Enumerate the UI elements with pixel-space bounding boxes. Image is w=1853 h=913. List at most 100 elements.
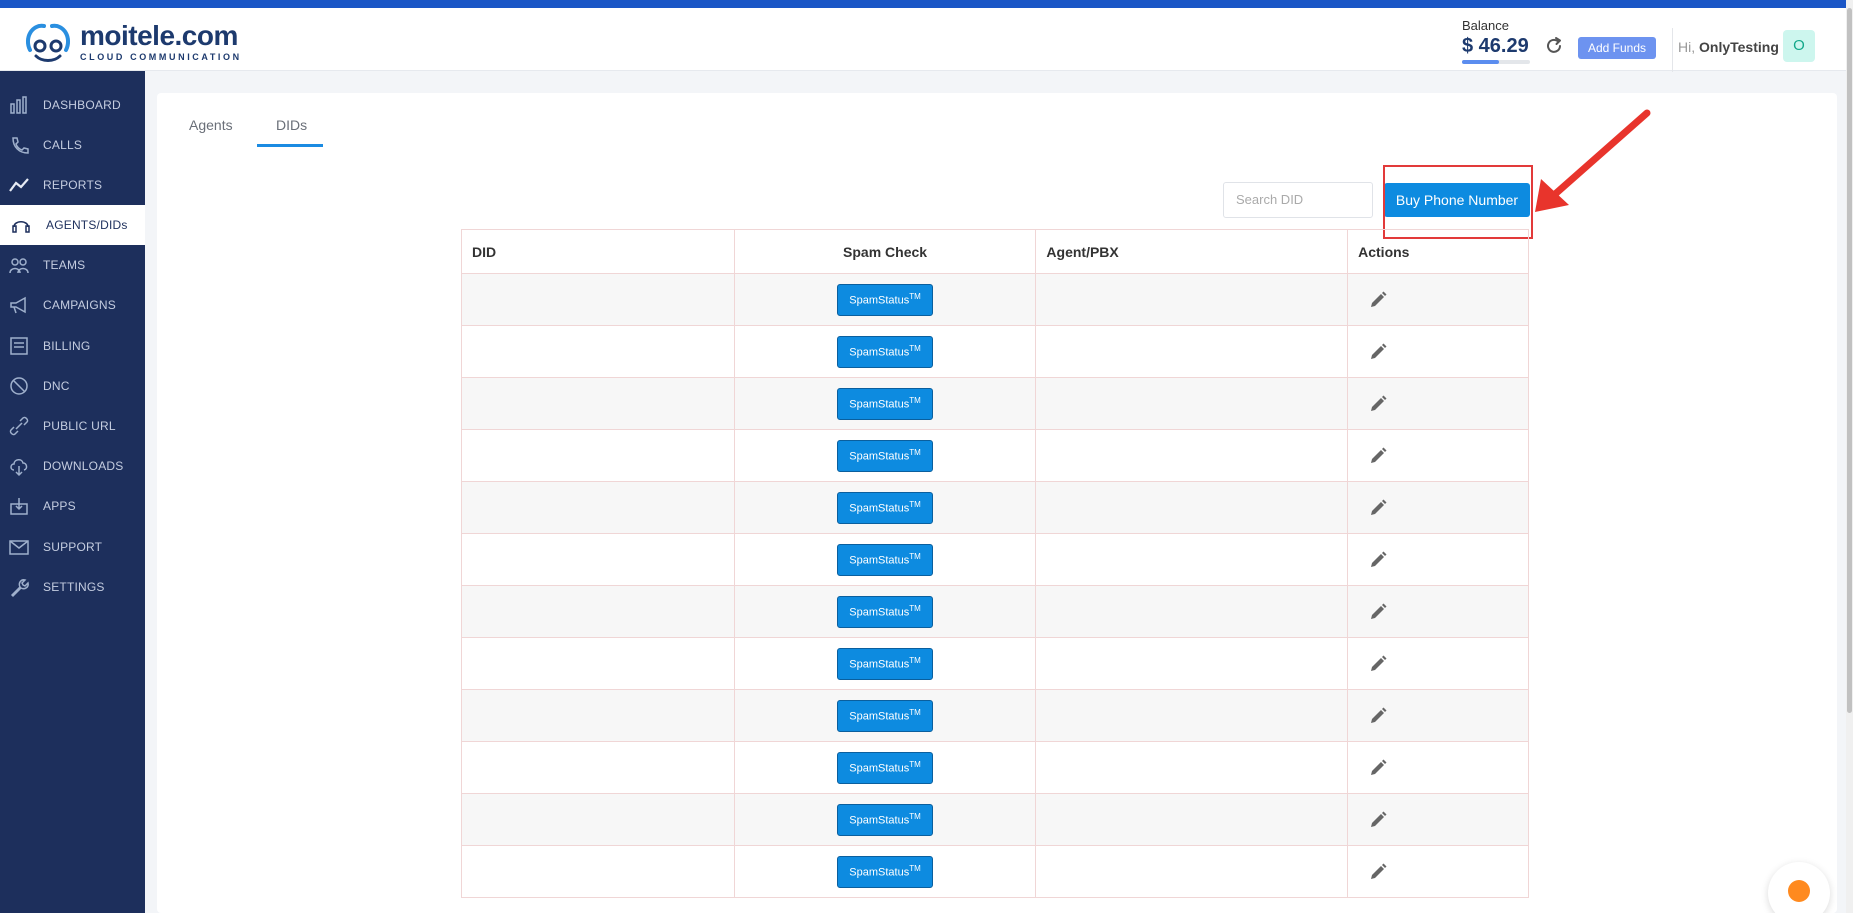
table-row: SpamStatusTM [461,585,1529,638]
sidebar-item-label: SUPPORT [43,540,103,554]
edit-pencil-icon[interactable] [1368,810,1388,830]
brand-name: moitele.com [80,20,238,51]
add-funds-button[interactable]: Add Funds [1578,37,1656,59]
spam-status-button[interactable]: SpamStatusTM [837,803,934,836]
spam-status-label: SpamStatus [849,606,910,619]
logo-icon [25,23,71,62]
edit-pencil-icon[interactable] [1368,446,1388,466]
spam-check-cell: SpamStatusTM [733,741,1037,794]
spam-check-cell: SpamStatusTM [733,689,1037,742]
highlight-box [1383,165,1533,239]
spam-status-button[interactable]: SpamStatusTM [837,439,934,472]
did-cell [461,585,735,638]
sidebar-item-teams[interactable]: TEAMS [0,245,145,285]
agent-pbx-cell [1035,377,1349,430]
agent-pbx-cell [1035,481,1349,534]
sidebar-item-billing[interactable]: BILLING [0,326,145,366]
spam-status-label: SpamStatus [849,346,910,359]
edit-pencil-icon[interactable] [1368,706,1388,726]
edit-pencil-icon[interactable] [1368,758,1388,778]
did-cell [461,689,735,742]
spam-status-button[interactable]: SpamStatusTM [837,543,934,576]
table-row: SpamStatusTM [461,637,1529,690]
spam-status-button[interactable]: SpamStatusTM [837,647,934,680]
sidebar-item-downloads[interactable]: DOWNLOADS [0,446,145,486]
sidebar-item-label: CAMPAIGNS [43,298,116,312]
agent-pbx-cell [1035,845,1349,898]
edit-pencil-icon[interactable] [1368,498,1388,518]
trademark-sup: TM [909,344,921,354]
table-row: SpamStatusTM [461,793,1529,846]
actions-cell [1347,585,1529,638]
app-header: moitele.com CLOUD COMMUNICATION Balance … [0,8,1853,72]
trademark-sup: TM [909,708,921,718]
sidebar-item-public-url[interactable]: PUBLIC URL [0,406,145,446]
sidebar-item-apps[interactable]: APPS [0,486,145,526]
spam-check-cell: SpamStatusTM [733,429,1037,482]
spam-status-label: SpamStatus [849,762,910,775]
sidebar-item-calls[interactable]: CALLS [0,125,145,165]
tab-agents[interactable]: Agents [189,117,233,133]
sidebar: DASHBOARD CALLS REPORTS AGENTS/DIDs TEAMS CAM… [0,71,145,913]
sidebar-item-dnc[interactable]: DNC [0,366,145,406]
col-header-agent-pbx[interactable]: Agent/PBX [1035,229,1349,274]
edit-pencil-icon[interactable] [1368,290,1388,310]
brand-logo[interactable]: moitele.com CLOUD COMMUNICATION [22,20,242,64]
edit-pencil-icon[interactable] [1368,862,1388,882]
sidebar-item-settings[interactable]: SETTINGS [0,567,145,607]
edit-pencil-icon[interactable] [1368,550,1388,570]
apps-icon [8,495,30,517]
spam-check-cell: SpamStatusTM [733,585,1037,638]
wrench-icon [8,576,30,598]
user-greeting[interactable]: Hi, OnlyTesting [1678,39,1779,55]
spam-check-cell: SpamStatusTM [733,325,1037,378]
header-divider [1672,28,1673,72]
spam-status-button[interactable]: SpamStatusTM [837,283,934,316]
actions-cell [1347,689,1529,742]
spam-status-button[interactable]: SpamStatusTM [837,855,934,888]
edit-pencil-icon[interactable] [1368,654,1388,674]
active-tab-indicator [257,144,323,147]
edit-pencil-icon[interactable] [1368,602,1388,622]
avatar[interactable]: O [1783,30,1815,62]
actions-cell [1347,845,1529,898]
actions-cell [1347,533,1529,586]
agent-pbx-cell [1035,689,1349,742]
sidebar-item-campaigns[interactable]: CAMPAIGNS [0,285,145,325]
spam-status-button[interactable]: SpamStatusTM [837,699,934,732]
col-header-spam-check[interactable]: Spam Check [733,229,1037,274]
spam-status-label: SpamStatus [849,502,910,515]
sidebar-item-agents-dids[interactable]: AGENTS/DIDs [0,205,145,245]
sidebar-item-dashboard[interactable]: DASHBOARD [0,85,145,125]
edit-pencil-icon[interactable] [1368,342,1388,362]
spam-status-button[interactable]: SpamStatusTM [837,595,934,628]
spam-status-button[interactable]: SpamStatusTM [837,335,934,368]
sidebar-item-support[interactable]: SUPPORT [0,527,145,567]
search-input[interactable]: Search DID [1223,182,1373,218]
main-card: Agents DIDs Search DID Buy Phone Number … [157,93,1837,913]
did-cell [461,741,735,794]
spam-check-cell: SpamStatusTM [733,377,1037,430]
edit-pencil-icon[interactable] [1368,394,1388,414]
team-icon [8,254,30,276]
spam-status-button[interactable]: SpamStatusTM [837,491,934,524]
tab-dids[interactable]: DIDs [276,117,307,133]
megaphone-icon [8,294,30,316]
did-cell [461,533,735,586]
sidebar-item-label: PUBLIC URL [43,419,116,433]
agent-pbx-cell [1035,273,1349,326]
table-row: SpamStatusTM [461,429,1529,482]
cloud-download-icon [8,455,30,477]
did-cell [461,273,735,326]
link-icon [8,415,30,437]
sidebar-item-label: SETTINGS [43,580,105,594]
col-header-did[interactable]: DID [461,229,735,274]
table-row: SpamStatusTM [461,325,1529,378]
spam-status-button[interactable]: SpamStatusTM [837,387,934,420]
agent-pbx-cell [1035,533,1349,586]
refresh-icon[interactable] [1544,36,1564,56]
scrollbar-thumb[interactable] [1847,8,1852,713]
actions-cell [1347,325,1529,378]
spam-status-button[interactable]: SpamStatusTM [837,751,934,784]
sidebar-item-reports[interactable]: REPORTS [0,165,145,205]
